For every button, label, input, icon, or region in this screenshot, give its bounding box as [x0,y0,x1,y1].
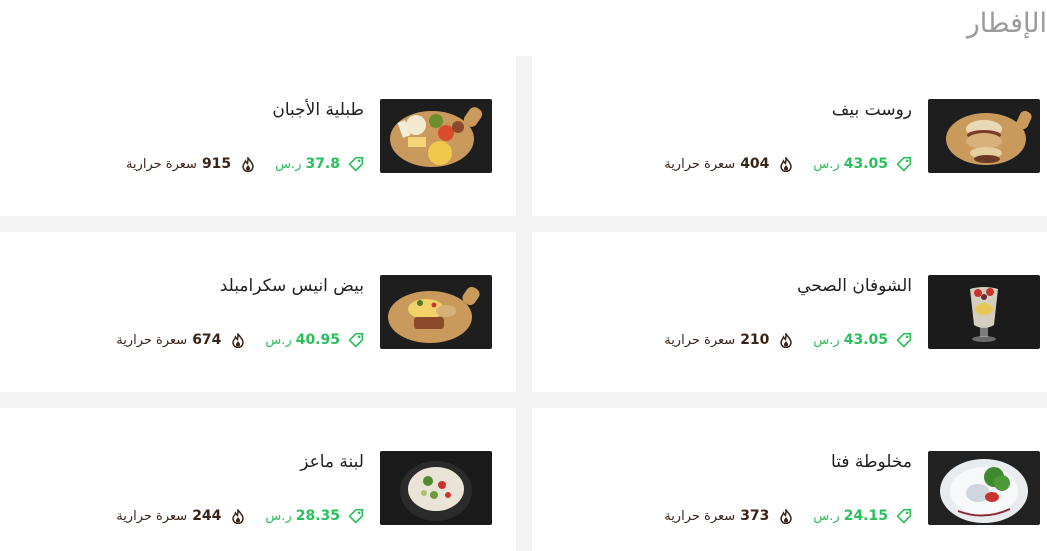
cheese-board-image[interactable] [380,99,492,173]
item-meta: 28.35 ر.س 244 سعرة حرارية [116,508,364,524]
item-currency: ر.س [813,156,840,172]
item-currency: ر.س [275,156,302,172]
item-price: 28.35 [295,508,340,524]
item-calories: 210 [740,332,770,348]
feta-salad-plate-image[interactable] [928,451,1040,525]
calories-unit: سعرة حرارية [664,332,736,348]
item-calories: 915 [201,156,232,172]
flame-icon [780,332,793,348]
labneh-bowl-image[interactable] [380,451,492,525]
price-tag-icon [896,156,912,172]
flame-icon [242,156,254,172]
calories-unit: سعرة حرارية [664,508,736,524]
item-price: 40.95 [295,332,340,348]
menu-item-card[interactable]: طبلية الأجبان 37.8 ر.س 915 سعرة حرارية [0,56,516,216]
item-currency: ر.س [813,508,840,524]
item-calories: 244 [192,508,222,524]
oatmeal-glass-image[interactable] [928,275,1040,349]
item-currency: ر.س [265,332,292,348]
calories-unit: سعرة حرارية [664,156,736,172]
item-name: بيض انيس سكرامبلد [219,276,364,296]
item-currency: ر.س [265,508,292,524]
menu-item-card[interactable]: مخلوطة فتا 24.15 ر.س 373 سعرة حرارية [532,408,1047,551]
item-name: لبنة ماعز [300,452,364,472]
calories-unit: سعرة حرارية [125,156,197,172]
item-meta: 37.8 ر.س 915 سعرة حرارية [126,156,364,172]
menu-item-card[interactable]: لبنة ماعز 28.35 ر.س 244 سعرة حرارية [0,408,516,551]
item-calories: 404 [740,156,770,172]
flame-icon [780,508,793,524]
item-meta: 43.05 ر.س 210 سعرة حرارية [664,332,912,348]
roast-beef-sandwich-image[interactable] [928,99,1040,173]
menu-item-card[interactable]: روست بيف 43.05 ر.س 404 سعرة حرارية [532,56,1047,216]
scrambled-eggs-board-image[interactable] [380,275,492,349]
section-header: الإفطار [0,0,1047,56]
flame-icon [232,332,245,348]
item-price: 24.15 [843,508,888,524]
item-meta: 40.95 ر.س 674 سعرة حرارية [116,332,364,348]
section-title: الإفطار [966,8,1047,39]
item-meta: 24.15 ر.س 373 سعرة حرارية [664,508,912,524]
item-name: الشوفان الصحي [797,276,912,296]
item-name: طبلية الأجبان [272,100,364,120]
menu-item-card[interactable]: بيض انيس سكرامبلد 40.95 ر.س 674 سعرة حرا… [0,232,516,392]
menu-item-card[interactable]: الشوفان الصحي 43.05 ر.س 210 سعرة حرارية [532,232,1047,392]
price-tag-icon [348,156,364,172]
price-tag-icon [348,508,364,524]
flame-icon [232,508,245,524]
item-price: 43.05 [843,332,888,348]
calories-unit: سعرة حرارية [116,332,188,348]
calories-unit: سعرة حرارية [116,508,188,524]
item-currency: ر.س [813,332,840,348]
item-meta: 43.05 ر.س 404 سعرة حرارية [664,156,912,172]
price-tag-icon [348,332,364,348]
price-tag-icon [896,332,912,348]
flame-icon [780,156,793,172]
item-price: 43.05 [843,156,888,172]
price-tag-icon [896,508,912,524]
item-calories: 674 [192,332,222,348]
item-calories: 373 [740,508,770,524]
item-name: مخلوطة فتا [831,452,912,472]
item-price: 37.8 [305,156,340,172]
item-name: روست بيف [831,100,912,120]
